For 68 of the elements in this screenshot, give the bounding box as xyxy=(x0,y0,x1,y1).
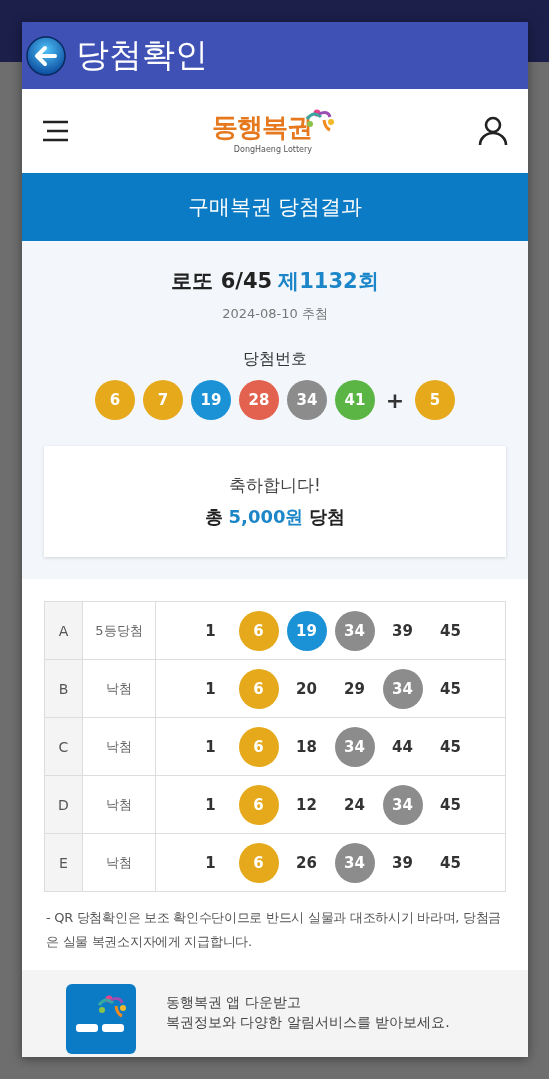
ticket-number: 20 xyxy=(295,678,318,700)
game-name: 로또 6/45 xyxy=(171,268,273,295)
draw-date: 2024-08-10 추첨 xyxy=(222,305,328,323)
ticket-number: 1 xyxy=(204,620,217,642)
ticket-number: 18 xyxy=(295,736,318,758)
number-ball: 34 xyxy=(287,380,327,420)
ticket-number: 45 xyxy=(439,794,462,816)
matched-number: 34 xyxy=(334,842,375,883)
promo-text: 동행복권 앱 다운받고 xyxy=(166,994,302,1012)
draw-round: 제1132회 xyxy=(278,268,379,295)
logo[interactable]: 동행복권 DongHaeng Lottery xyxy=(212,108,336,154)
line-cell: A xyxy=(45,602,83,659)
number-ball: 41 xyxy=(335,380,375,420)
ticket-number: 26 xyxy=(295,852,318,874)
ticket-number: 1 xyxy=(204,736,217,758)
promo-text: 복권정보와 다양한 알림서비스를 받아보세요. xyxy=(166,1014,450,1032)
ticket-number: 29 xyxy=(343,678,366,700)
matched-number: 6 xyxy=(238,784,279,825)
ticket-number: 45 xyxy=(439,852,462,874)
matched-number: 6 xyxy=(238,610,279,651)
user-icon[interactable] xyxy=(478,116,508,146)
matched-number: 6 xyxy=(238,726,279,767)
app-icon[interactable] xyxy=(66,984,136,1054)
win-label: 당첨 xyxy=(309,505,346,529)
matched-number: 6 xyxy=(238,668,279,709)
logo-subtitle: DongHaeng Lottery xyxy=(233,145,312,154)
status-cell: 낙첨 xyxy=(83,660,156,717)
status-cell: 5등당첨 xyxy=(83,602,156,659)
status-cell: 낙첨 xyxy=(83,718,156,775)
section-banner: 구매복권 당첨결과 xyxy=(22,173,528,241)
ticket-number: 12 xyxy=(295,794,318,816)
total-label: 총 xyxy=(204,505,223,529)
matched-number: 34 xyxy=(334,726,375,767)
plus-sign: + xyxy=(384,387,406,413)
line-cell: C xyxy=(45,718,83,775)
line-cell: E xyxy=(45,834,83,891)
ticket-number: 44 xyxy=(391,736,414,758)
menu-icon[interactable] xyxy=(42,120,70,142)
number-ball: 6 xyxy=(95,380,135,420)
ticket-number: 45 xyxy=(439,620,462,642)
number-ball: 19 xyxy=(191,380,231,420)
back-icon[interactable] xyxy=(26,35,66,76)
matched-number: 6 xyxy=(238,842,279,883)
window-title: 당첨확인 xyxy=(76,34,208,76)
status-cell: 낙첨 xyxy=(83,834,156,891)
ticket-number: 1 xyxy=(204,794,217,816)
ticket-number: 1 xyxy=(204,678,217,700)
status-cell: 낙첨 xyxy=(83,776,156,833)
numbers-label: 당첨번호 xyxy=(243,349,307,370)
notice-text: - QR 당첨확인은 보조 확인수단이므로 반드시 실물과 대조하시기 바라며, 당첨금은 실물 복권소지자에게 지급합니다. xyxy=(45,909,503,951)
matched-number: 34 xyxy=(382,668,423,709)
ticket-number: 39 xyxy=(391,620,414,642)
bonus-ball: 5 xyxy=(415,380,455,420)
ticket-number: 24 xyxy=(343,794,366,816)
prize-amount: 5,000원 xyxy=(228,505,304,529)
ticket-number: 45 xyxy=(439,736,462,758)
matched-number: 34 xyxy=(382,784,423,825)
ticket-number: 45 xyxy=(439,678,462,700)
logo-text: 동행복권 xyxy=(212,111,312,144)
ticket-number: 39 xyxy=(391,852,414,874)
matched-number: 19 xyxy=(286,610,327,651)
matched-number: 34 xyxy=(334,610,375,651)
number-ball: 28 xyxy=(239,380,279,420)
number-ball: 7 xyxy=(143,380,183,420)
line-cell: D xyxy=(45,776,83,833)
ticket-number: 1 xyxy=(204,852,217,874)
greeting: 축하합니다! xyxy=(229,474,321,497)
line-cell: B xyxy=(45,660,83,717)
